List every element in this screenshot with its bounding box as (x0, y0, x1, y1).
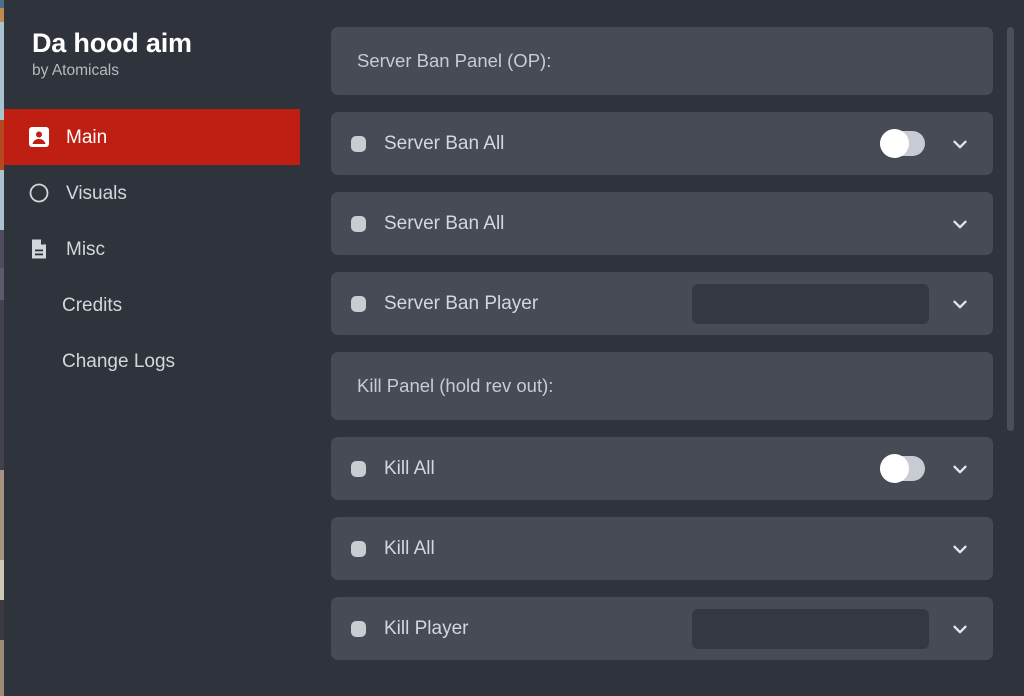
circle-icon (26, 180, 52, 206)
section-title: Server Ban Panel (OP): (357, 50, 552, 71)
player-name-input[interactable] (692, 283, 929, 324)
option-row-kill-all[interactable]: Kill All (331, 437, 993, 500)
person-badge-icon (26, 124, 52, 150)
bullet-icon (351, 540, 366, 557)
scrollbar-thumb[interactable] (1007, 27, 1014, 431)
app-subtitle: by Atomicals (32, 62, 120, 80)
toggle-knob (880, 129, 909, 158)
sidebar-item-label: Main (66, 126, 108, 148)
section-header-kill-panel-hold-rev-out: Kill Panel (hold rev out): (331, 352, 993, 420)
player-name-input[interactable] (692, 608, 929, 649)
settings-list: Server Ban Panel (OP): Server Ban All Serv… (300, 27, 1024, 660)
option-label: Kill All (384, 458, 435, 479)
section-header-server-ban-panel-op: Server Ban Panel (OP): (331, 27, 993, 95)
option-row-server-ban-player[interactable]: Server Ban Player (331, 272, 993, 335)
sidebar-item-label: Credits (62, 294, 123, 316)
sidebar-item-label: Misc (66, 238, 106, 260)
sidebar-item-credits[interactable]: Credits (4, 277, 300, 333)
toggle-knob (880, 454, 909, 483)
option-label: Server Ban All (384, 213, 505, 234)
option-label: Server Ban All (384, 133, 505, 154)
option-row-server-ban-all[interactable]: Server Ban All (331, 192, 993, 255)
option-row-kill-player[interactable]: Kill Player (331, 597, 993, 660)
option-label: Kill All (384, 538, 435, 559)
chevron-down-icon[interactable] (947, 536, 973, 562)
app-title: Da hood aim (32, 28, 192, 58)
bullet-icon (351, 620, 366, 637)
bullet-icon (351, 295, 366, 312)
chevron-down-icon[interactable] (947, 291, 973, 317)
scrollbar-track[interactable] (1006, 0, 1015, 696)
toggle-switch[interactable] (880, 454, 925, 483)
chevron-down-icon[interactable] (947, 616, 973, 642)
cheat-menu-window: Da hood aim by Atomicals Main Visuals Misc… (4, 0, 1024, 696)
sidebar-item-main[interactable]: Main (4, 109, 300, 166)
main-content: Server Ban Panel (OP): Server Ban All Serv… (300, 0, 1024, 696)
document-icon (26, 236, 52, 262)
sidebar-item-change-logs[interactable]: Change Logs (4, 333, 300, 389)
sidebar-item-misc[interactable]: Misc (4, 221, 300, 277)
bullet-icon (351, 215, 366, 232)
chevron-down-icon[interactable] (947, 456, 973, 482)
section-title: Kill Panel (hold rev out): (357, 375, 554, 396)
sidebar: Da hood aim by Atomicals Main Visuals Misc… (4, 0, 300, 696)
bullet-icon (351, 135, 366, 152)
chevron-down-icon[interactable] (947, 131, 973, 157)
sidebar-item-visuals[interactable]: Visuals (4, 165, 300, 221)
bullet-icon (351, 460, 366, 477)
sidebar-nav: Main Visuals Misc Credits Change Logs (4, 109, 300, 389)
sidebar-item-label: Visuals (66, 182, 127, 204)
chevron-down-icon[interactable] (947, 211, 973, 237)
sidebar-item-label: Change Logs (62, 350, 176, 372)
brand-header: Da hood aim by Atomicals (4, 0, 300, 80)
option-label: Kill Player (384, 618, 469, 639)
toggle-switch[interactable] (880, 129, 925, 158)
option-label: Server Ban Player (384, 293, 539, 314)
option-row-server-ban-all[interactable]: Server Ban All (331, 112, 993, 175)
option-row-kill-all[interactable]: Kill All (331, 517, 993, 580)
